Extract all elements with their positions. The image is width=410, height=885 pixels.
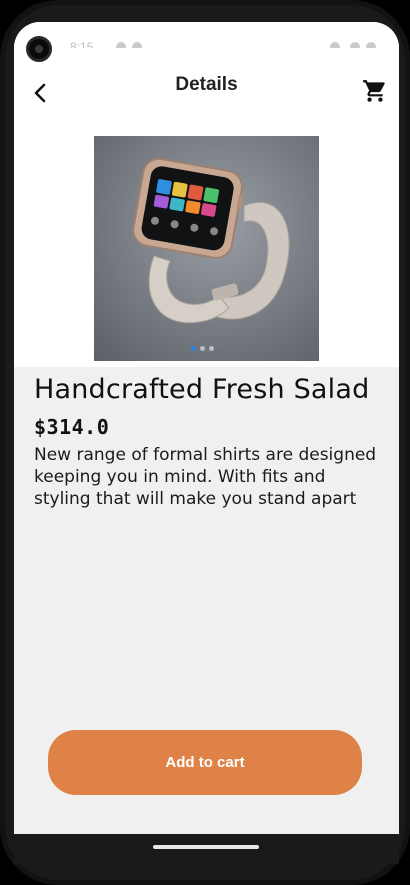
product-image-carousel[interactable] <box>14 132 399 367</box>
phone-frame: 8:15 Details Handcrafted Fresh Salad $31… <box>0 0 410 885</box>
product-price: $314.0 <box>34 415 110 439</box>
product-description: New range of formal shirts are designed … <box>34 445 377 509</box>
shopping-cart-icon <box>363 80 385 102</box>
front-camera <box>26 36 52 62</box>
product-image <box>94 136 319 361</box>
status-bar: 8:15 <box>14 22 399 54</box>
product-name: Handcrafted Fresh Salad <box>34 374 370 405</box>
cart-button[interactable] <box>362 78 388 104</box>
carousel-dot[interactable] <box>200 346 205 351</box>
add-to-cart-button[interactable]: Add to cart <box>48 730 362 795</box>
carousel-indicator <box>191 346 214 351</box>
bottom-bezel <box>14 834 399 864</box>
app-bar: Details <box>14 48 399 132</box>
carousel-dot[interactable] <box>191 346 196 351</box>
smartwatch-illustration <box>132 157 290 324</box>
app-screen: 8:15 Details Handcrafted Fresh Salad $31… <box>14 22 399 864</box>
carousel-dot[interactable] <box>209 346 214 351</box>
home-indicator[interactable] <box>153 845 259 849</box>
page-title: Details <box>175 74 238 95</box>
